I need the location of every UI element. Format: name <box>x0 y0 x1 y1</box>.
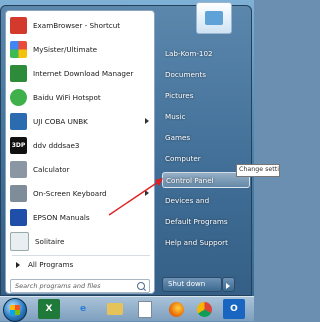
program-item[interactable]: EPSON Manuals <box>8 205 152 229</box>
program-label: Calculator <box>33 164 70 174</box>
chrome-icon[interactable] <box>193 299 215 319</box>
tooltip: Change setting <box>236 164 280 177</box>
firefox-icon[interactable] <box>165 299 187 319</box>
solitaire-icon <box>10 231 29 251</box>
excel-icon[interactable]: X <box>38 299 60 319</box>
programs-pane: ExamBrowser - Shortcut MySister/Ultimate… <box>5 10 155 294</box>
idm-icon <box>10 64 27 82</box>
submenu-arrow-icon[interactable] <box>145 190 149 196</box>
calculator-icon <box>10 160 27 178</box>
program-item[interactable]: UJI COBA UNBK <box>8 109 152 133</box>
all-programs-button[interactable]: All Programs <box>10 260 73 269</box>
uji-coba-icon <box>10 112 27 130</box>
explorer-folder-icon[interactable] <box>104 299 126 319</box>
program-item[interactable]: Solitaire <box>8 229 152 253</box>
program-label: ddv dddsae3 <box>33 140 80 150</box>
program-item[interactable]: Baidu WiFi Hotspot <box>8 85 152 109</box>
separator <box>12 255 150 256</box>
outlook-icon[interactable]: O <box>223 299 245 319</box>
program-label: Solitaire <box>35 236 65 246</box>
program-item[interactable]: Calculator <box>8 157 152 181</box>
program-item[interactable]: ExamBrowser - Shortcut <box>8 13 152 37</box>
right-item-user[interactable]: Lab-Kom-102 <box>162 46 250 62</box>
wifi-hotspot-icon <box>10 88 27 106</box>
right-item-help[interactable]: Help and Support <box>162 235 250 251</box>
right-arrow-icon <box>16 261 20 268</box>
program-label: UJI COBA UNBK <box>33 116 88 126</box>
program-item[interactable]: On-Screen Keyboard <box>8 181 152 205</box>
program-label: Internet Download Manager <box>33 68 134 78</box>
3dp-chip-icon: 3DP <box>10 136 27 154</box>
search-input[interactable]: Search programs and files <box>10 279 150 293</box>
user-picture[interactable] <box>196 2 232 34</box>
notepad-icon[interactable] <box>134 299 156 319</box>
start-menu: ExamBrowser - Shortcut MySister/Ultimate… <box>0 2 252 296</box>
shutdown-button[interactable]: Shut down <box>162 277 222 292</box>
program-item[interactable]: MySister/Ultimate <box>8 37 152 61</box>
program-label: MySister/Ultimate <box>33 44 98 54</box>
internet-explorer-icon[interactable]: e <box>72 299 94 319</box>
right-item-games[interactable]: Games <box>162 130 250 146</box>
program-item[interactable]: Internet Download Manager <box>8 61 152 85</box>
exambrowser-icon <box>10 16 27 34</box>
all-programs-label: All Programs <box>28 260 74 269</box>
search-placeholder: Search programs and files <box>15 282 101 290</box>
program-label: On-Screen Keyboard <box>33 188 107 198</box>
right-item-documents[interactable]: Documents <box>162 67 250 83</box>
submenu-arrow-icon[interactable] <box>145 118 149 124</box>
epson-icon <box>10 208 27 226</box>
right-item-pictures[interactable]: Pictures <box>162 88 250 104</box>
right-item-default-programs[interactable]: Default Programs <box>162 214 250 230</box>
keyboard-icon <box>10 184 27 202</box>
shutdown-options-arrow-icon[interactable] <box>222 277 235 292</box>
right-item-music[interactable]: Music <box>162 109 250 125</box>
start-button[interactable] <box>3 298 27 322</box>
program-label: Baidu WiFi Hotspot <box>33 92 101 102</box>
program-label: EPSON Manuals <box>33 212 90 222</box>
search-icon <box>137 282 145 290</box>
program-item[interactable]: 3DP ddv dddsae3 <box>8 133 152 157</box>
mysister-icon <box>10 40 27 58</box>
program-label: ExamBrowser - Shortcut <box>33 20 121 30</box>
right-item-devices[interactable]: Devices and <box>162 193 250 209</box>
